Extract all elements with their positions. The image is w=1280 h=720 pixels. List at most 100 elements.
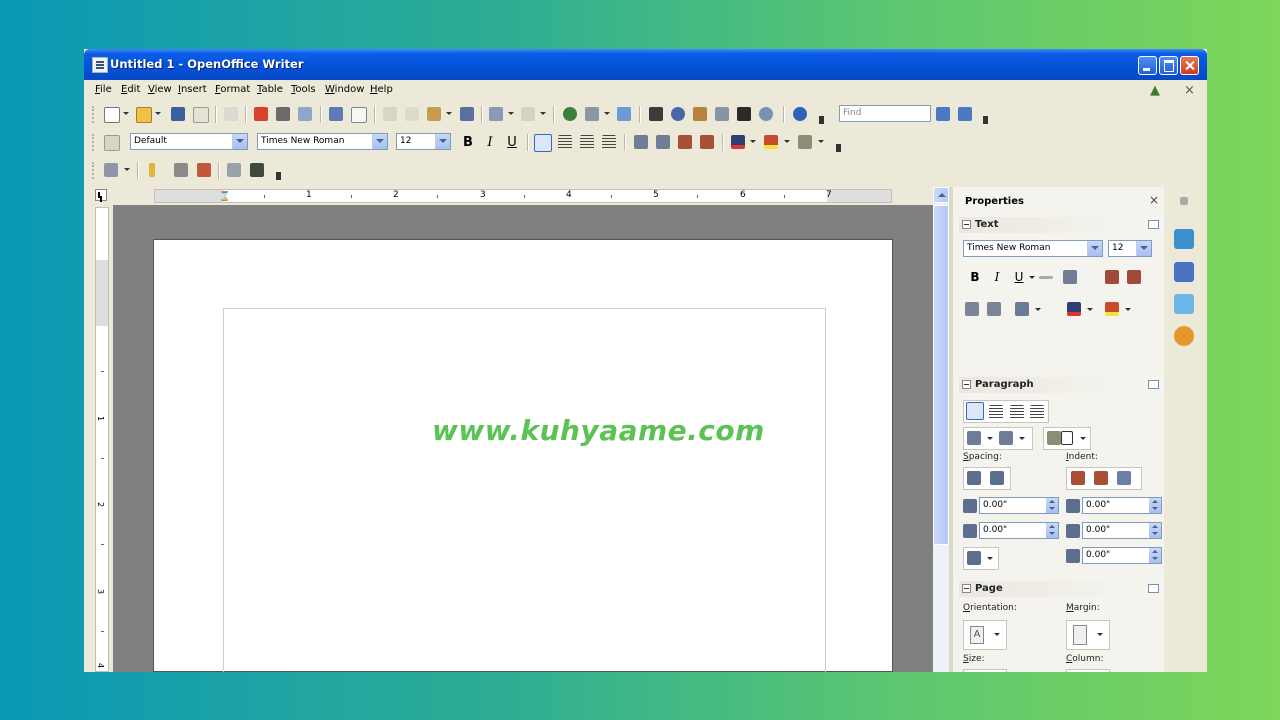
gallery-icon[interactable] [693, 107, 707, 121]
collapse-icon[interactable] [962, 220, 971, 229]
menu-file[interactable]: File [95, 84, 112, 95]
strikethrough-icon[interactable] [1039, 276, 1053, 279]
edit-file-icon[interactable] [224, 107, 238, 121]
font-name-select[interactable]: Times New Roman [257, 133, 388, 150]
below-paragraph-spacing-field[interactable]: 0.00" [979, 522, 1059, 539]
chevron-down-icon[interactable] [1087, 308, 1093, 311]
collapse-icon[interactable] [962, 380, 971, 389]
highlighting-icon[interactable] [764, 135, 778, 149]
vertical-scrollbar[interactable] [933, 187, 949, 672]
first-line-indent-field[interactable]: 0.00" [1082, 547, 1162, 564]
chevron-down-icon[interactable] [1097, 633, 1103, 636]
character-case-icon[interactable] [174, 163, 188, 177]
paragraph-border-icon[interactable] [1061, 431, 1073, 445]
toolbar-grip[interactable] [92, 106, 97, 123]
superscript-icon[interactable] [965, 302, 979, 316]
size-button[interactable] [963, 669, 1007, 672]
panel-align-left-icon[interactable] [966, 402, 984, 420]
margin-button[interactable] [1066, 620, 1110, 650]
find-toolbar-options-icon[interactable] [983, 116, 988, 124]
panel-font-size-select[interactable]: 12 [1108, 240, 1152, 257]
chevron-down-icon[interactable] [372, 134, 387, 149]
email-document-icon[interactable] [193, 107, 209, 123]
toolbar-grip[interactable] [92, 134, 97, 151]
styles-tab-icon[interactable] [1174, 262, 1194, 282]
scroll-thumb[interactable] [933, 205, 949, 545]
underline-button[interactable]: U [503, 134, 521, 152]
panel-increase-indent-icon[interactable] [1071, 471, 1085, 485]
find-next-icon[interactable] [936, 107, 950, 121]
new-document-icon[interactable] [104, 107, 120, 123]
align-left-icon[interactable] [534, 134, 552, 152]
chevron-down-icon[interactable] [784, 140, 790, 143]
sidebar-settings-icon[interactable] [1180, 197, 1188, 205]
after-text-indent-field[interactable]: 0.00" [1082, 522, 1162, 539]
show-draw-functions-icon[interactable] [617, 107, 631, 121]
chevron-down-icon[interactable] [604, 112, 610, 115]
panel-align-right-icon[interactable] [1010, 405, 1024, 419]
chevron-down-icon[interactable] [155, 112, 161, 115]
numbering-icon[interactable] [634, 135, 648, 149]
clone-formatting-icon[interactable] [460, 107, 474, 121]
more-options-icon[interactable] [1148, 380, 1159, 389]
menu-table[interactable]: Table [257, 84, 283, 95]
chevron-down-icon[interactable] [508, 112, 514, 115]
panel-font-color-icon[interactable] [1067, 302, 1081, 316]
find-input[interactable]: Find [839, 105, 931, 122]
line-spacing-icon[interactable] [967, 551, 981, 565]
properties-tab-icon[interactable] [1174, 229, 1194, 249]
above-paragraph-spacing-field[interactable]: 0.00" [979, 497, 1059, 514]
minimize-button[interactable] [1138, 56, 1157, 75]
insert-image-icon[interactable] [250, 163, 264, 177]
menu-window[interactable]: Window [325, 84, 364, 95]
chevron-down-icon[interactable] [1136, 241, 1151, 256]
hanging-indent-icon[interactable] [1117, 471, 1131, 485]
spinner-arrows-icon[interactable] [1046, 523, 1058, 538]
chevron-down-icon[interactable] [435, 134, 450, 149]
justify-icon[interactable] [602, 135, 616, 149]
font-color-icon[interactable] [731, 135, 745, 149]
spinner-arrows-icon[interactable] [1046, 498, 1058, 513]
find-replace-icon[interactable] [649, 107, 663, 121]
increase-indent-icon[interactable] [700, 135, 714, 149]
shapes-icon[interactable] [197, 163, 211, 177]
chevron-down-icon[interactable] [750, 140, 756, 143]
save-icon[interactable] [171, 107, 185, 121]
menu-help[interactable]: Help [370, 84, 393, 95]
chevron-down-icon[interactable] [1019, 437, 1025, 440]
page-preview-icon[interactable] [298, 107, 312, 121]
menu-format[interactable]: Format [215, 84, 250, 95]
title-bar[interactable]: Untitled 1 - OpenOffice Writer [84, 49, 1207, 80]
tab-stop-type-icon[interactable] [95, 189, 107, 201]
copy-icon[interactable] [405, 107, 419, 121]
chevron-down-icon[interactable] [818, 140, 824, 143]
chevron-down-icon[interactable] [232, 134, 247, 149]
toolbar-grip[interactable] [92, 162, 97, 179]
chevron-down-icon[interactable] [1029, 276, 1035, 279]
spinner-arrows-icon[interactable] [1149, 523, 1161, 538]
collapse-icon[interactable] [962, 584, 971, 593]
chevron-down-icon[interactable] [123, 112, 129, 115]
chevron-down-icon[interactable] [1125, 308, 1131, 311]
panel-bold-button[interactable]: B [966, 268, 984, 286]
bullets-icon[interactable] [656, 135, 670, 149]
horizontal-ruler[interactable]: 1 2 3 4 5 6 7 ⌛ [154, 189, 892, 203]
toolbar-options-icon[interactable] [276, 172, 281, 180]
align-right-icon[interactable] [580, 135, 594, 149]
navigator-icon[interactable] [671, 107, 685, 121]
column-button[interactable] [1066, 669, 1110, 672]
paste-icon[interactable] [427, 107, 441, 121]
toolbar-options-icon[interactable] [836, 144, 841, 152]
maximize-button[interactable] [1159, 56, 1178, 75]
scroll-up-button[interactable] [933, 187, 949, 203]
spinner-arrows-icon[interactable] [1149, 548, 1161, 563]
close-document-icon[interactable]: × [1184, 83, 1195, 98]
panel-numbering-icon[interactable] [999, 431, 1013, 445]
data-sources-icon[interactable] [715, 107, 729, 121]
find-previous-icon[interactable] [958, 107, 972, 121]
spellcheck-icon[interactable] [329, 107, 343, 121]
decrease-font-icon[interactable] [1127, 270, 1141, 284]
navigator-tab-icon[interactable] [1174, 326, 1194, 346]
styles-formatting-icon[interactable] [104, 135, 120, 151]
chevron-down-icon[interactable] [540, 112, 546, 115]
